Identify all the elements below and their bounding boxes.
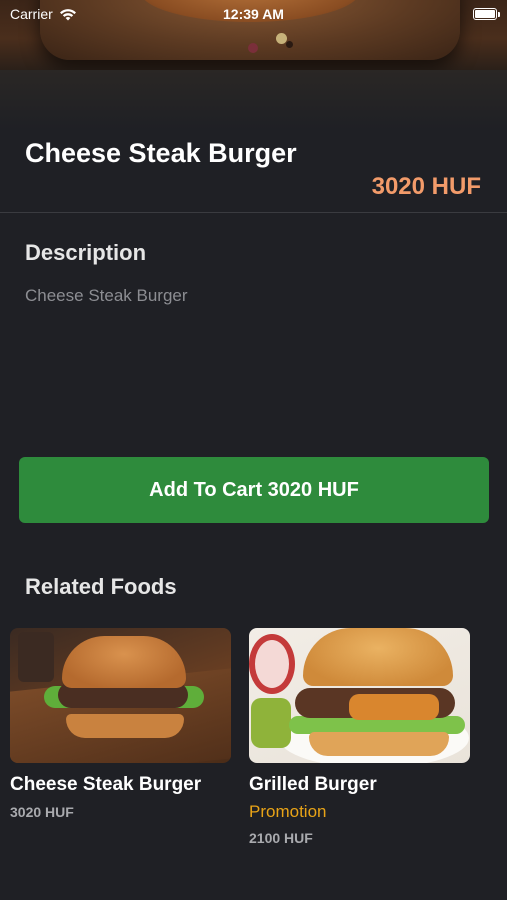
description-text: Cheese Steak Burger (25, 286, 188, 305)
battery-icon (473, 8, 500, 20)
related-food-card[interactable]: Grilled Burger Promotion 2100 HUF (249, 628, 471, 846)
related-foods-heading: Related Foods (25, 574, 177, 599)
product-price: 3020 HUF (371, 173, 481, 200)
description-heading: Description (25, 240, 147, 265)
promotion-label: Promotion (249, 802, 327, 821)
carrier-label: Carrier (10, 6, 53, 22)
food-image (249, 628, 470, 763)
hero-fade (0, 70, 507, 130)
add-to-cart-button[interactable]: Add To Cart 3020 HUF (19, 457, 489, 523)
related-food-card[interactable]: Cheese Steak Burger 3020 HUF (10, 628, 232, 820)
status-bar: Carrier 12:39 AM (0, 0, 507, 28)
product-title: Cheese Steak Burger (25, 138, 297, 168)
food-price: 2100 HUF (249, 830, 313, 846)
food-image (10, 628, 231, 763)
food-price: 3020 HUF (10, 804, 74, 820)
food-name: Grilled Burger (249, 774, 377, 795)
wifi-icon (59, 8, 76, 20)
food-name: Cheese Steak Burger (10, 774, 202, 795)
divider (0, 212, 507, 213)
